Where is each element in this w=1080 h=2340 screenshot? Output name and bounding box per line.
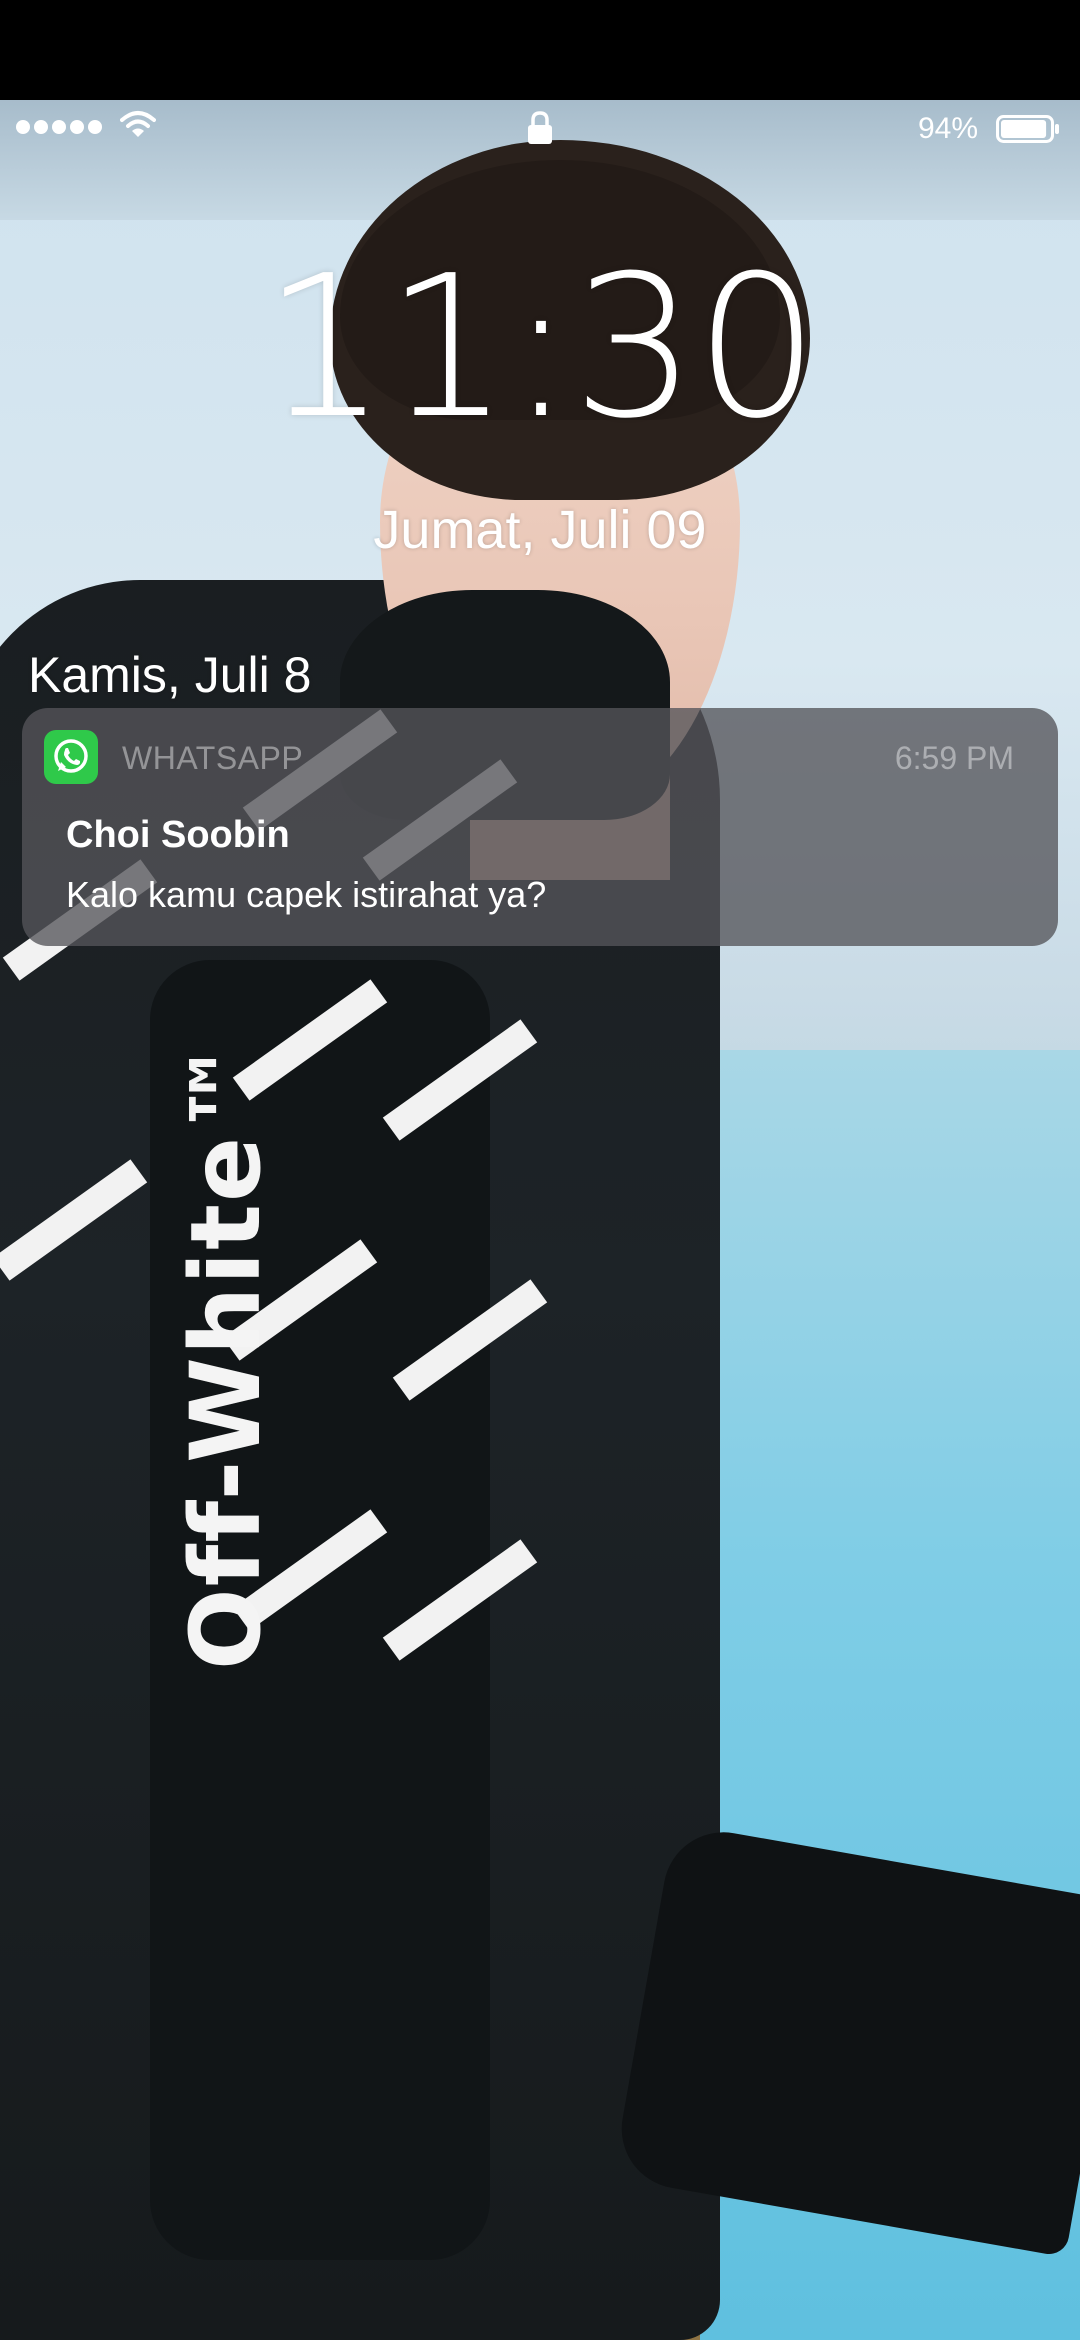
battery-percent: 94% [918, 112, 979, 145]
notification-section-header: Kamis, Juli 8 [28, 647, 312, 703]
signal-dot [34, 120, 48, 134]
signal-dot [52, 120, 66, 134]
notification-app-name: WHATSAPP [122, 740, 304, 776]
notification-card[interactable]: WHATSAPP 6:59 PM Choi Soobin Kalo kamu c… [22, 708, 1058, 946]
signal-dot [70, 120, 84, 134]
top-black-bar [0, 0, 1080, 100]
wallpaper-brand-text: Off-White™ [170, 1036, 282, 1670]
battery-icon [996, 115, 1059, 143]
notification-time: 6:59 PM [894, 740, 1014, 776]
signal-dot [16, 120, 30, 134]
notification-message: Kalo kamu capek istirahat ya? [66, 874, 547, 915]
lock-icon [528, 111, 552, 144]
signal-dots-icon [16, 120, 102, 134]
whatsapp-icon [44, 730, 98, 784]
lock-screen: Off-White™ 94% 11:30 Jumat, Juli 09 Kami… [0, 0, 1080, 2340]
status-bar: 94% [0, 100, 1080, 160]
notification-sender: Choi Soobin [66, 814, 290, 856]
clock-time: 11:30 [262, 234, 820, 462]
clock-date: Jumat, Juli 09 [373, 500, 707, 560]
wifi-icon [120, 111, 156, 137]
signal-dot [88, 120, 102, 134]
